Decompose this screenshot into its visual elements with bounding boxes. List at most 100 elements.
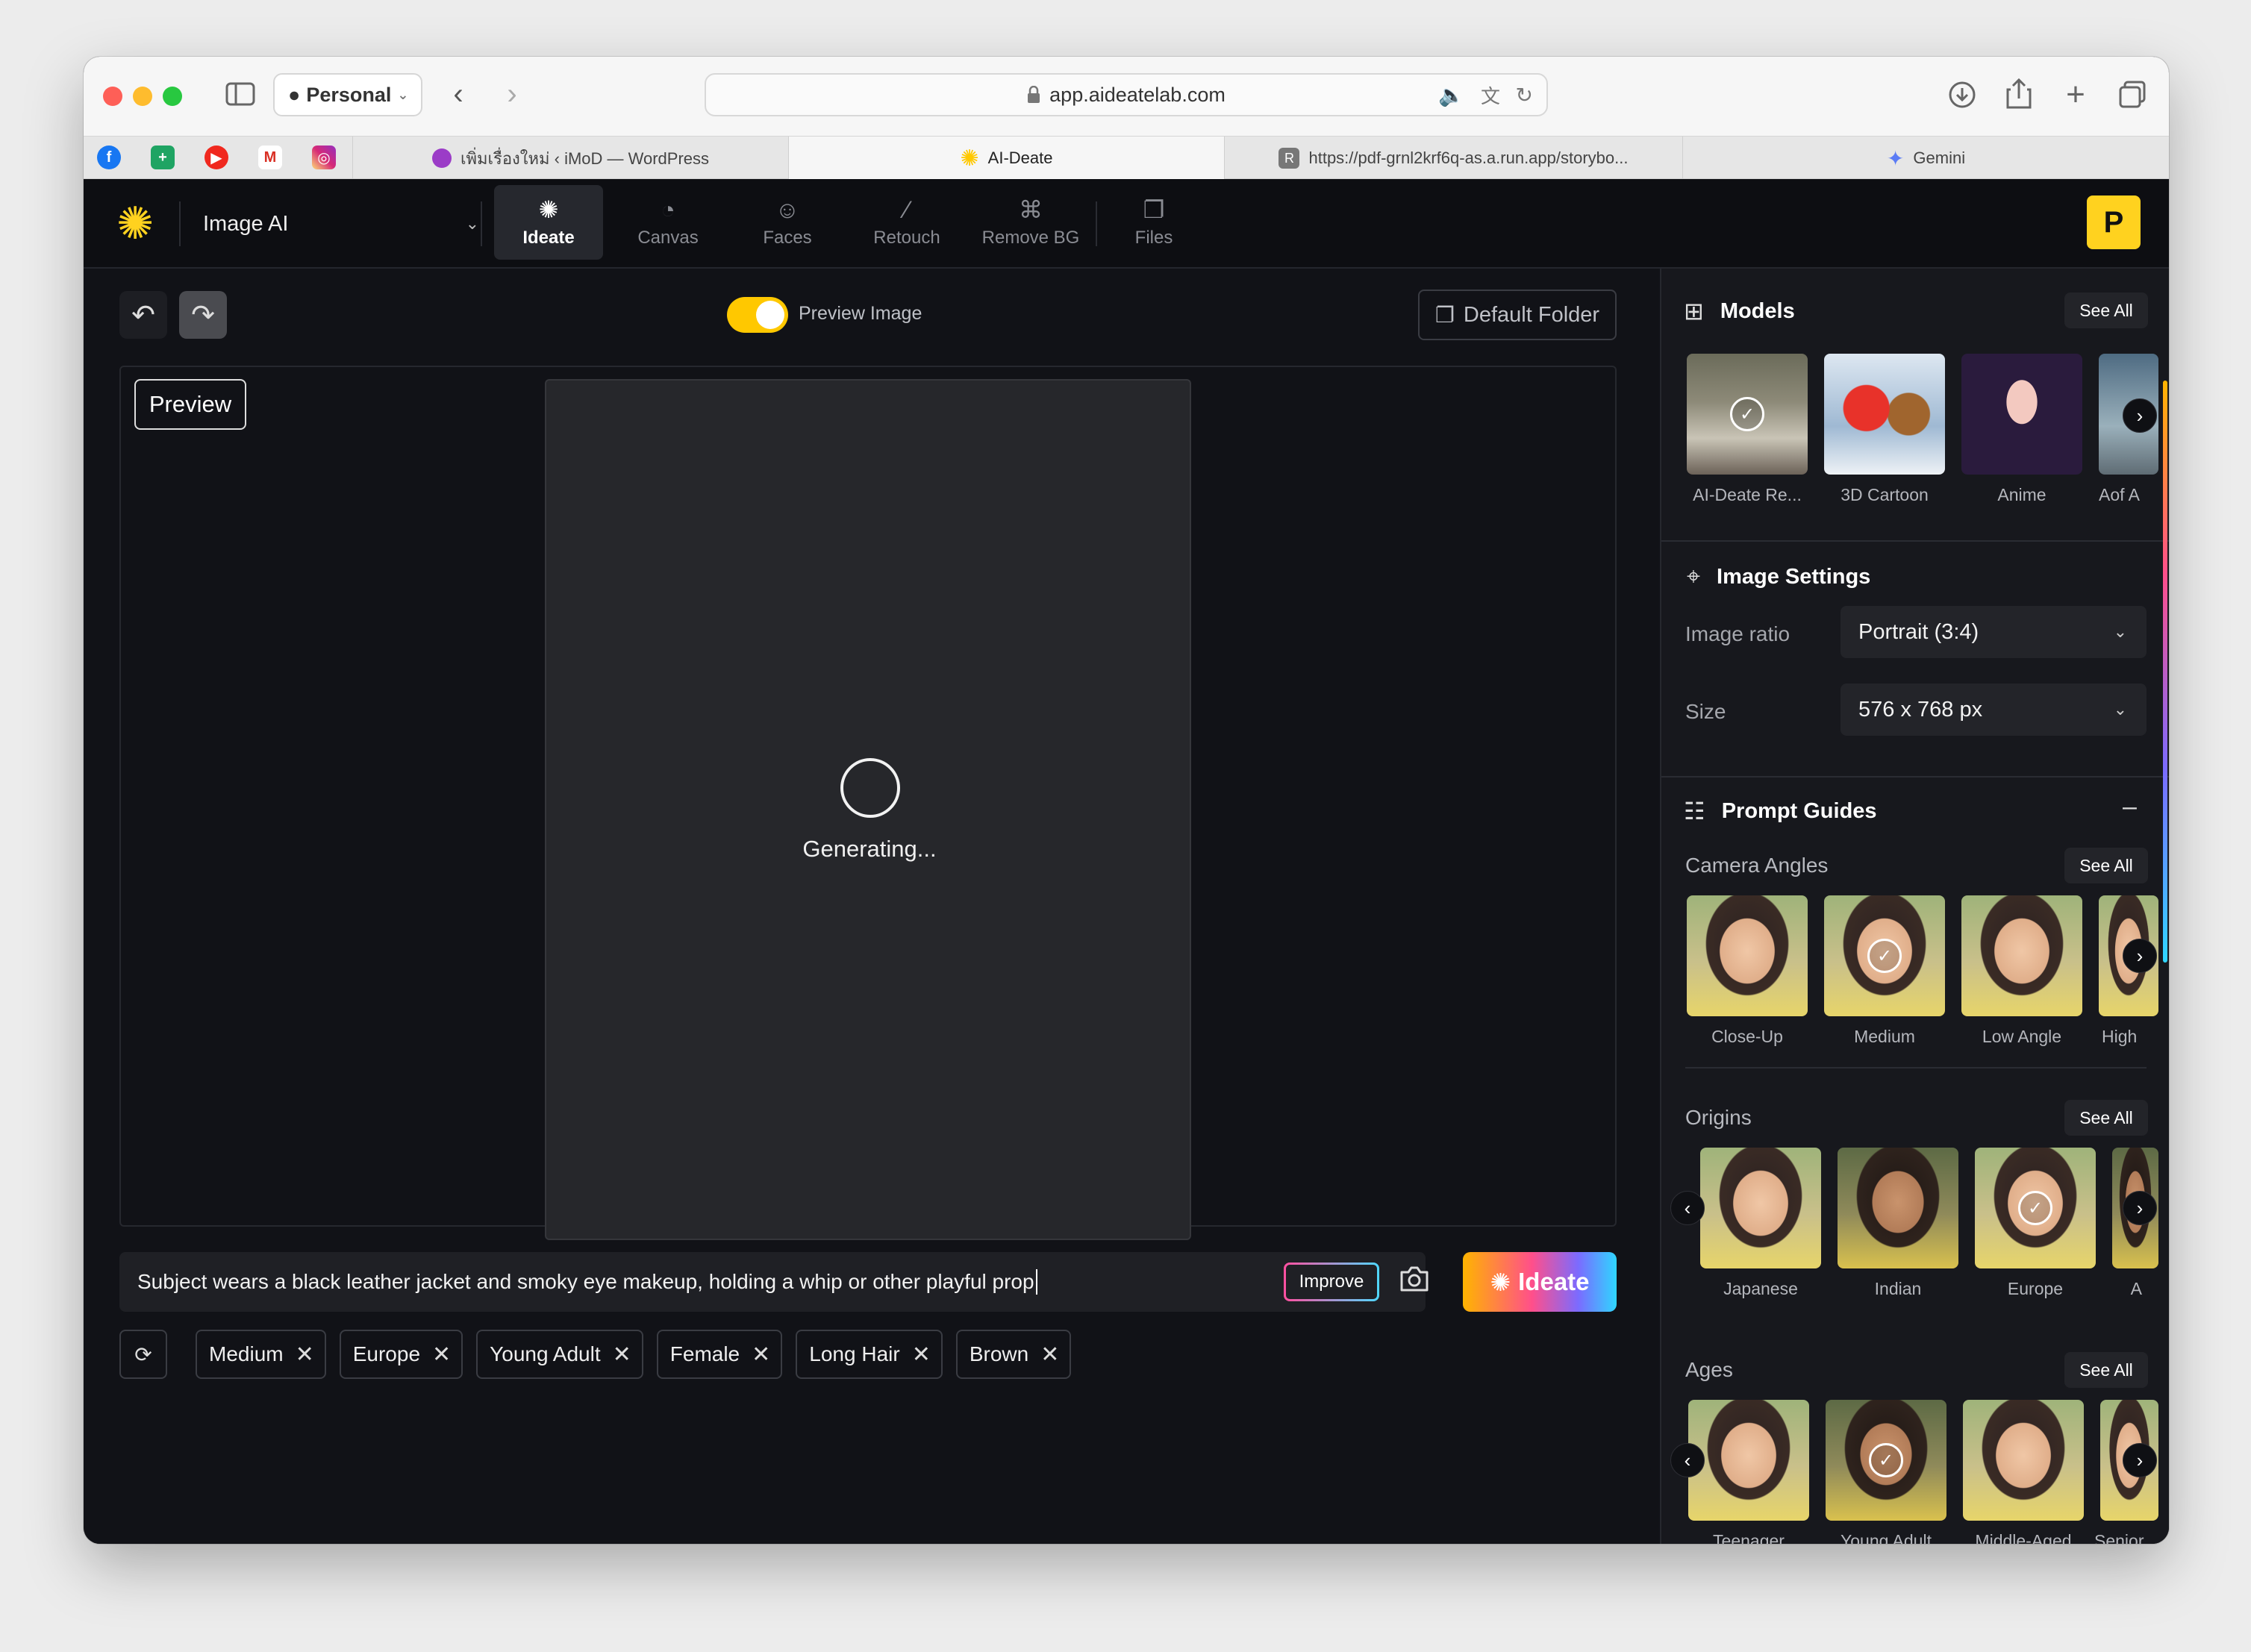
tab-title: AI-Deate (987, 148, 1053, 167)
new-tab-icon[interactable]: + (2058, 76, 2093, 113)
undo-button[interactable]: ↶ (119, 291, 167, 339)
youtube-music-icon[interactable]: ▶ (205, 146, 228, 169)
ages-prev-arrow[interactable]: ‹ (1670, 1443, 1705, 1477)
settings-panel: ⊞ Models See All ✓ AI-Deate Re... 3D Car… (1660, 269, 2169, 1544)
angle-thumb-medium[interactable]: ✓ (1824, 895, 1945, 1016)
remove-chip-icon[interactable]: ✕ (613, 1342, 631, 1368)
tab-wordpress[interactable]: เพิ่มเรื่องใหม่ ‹ iMoD — WordPress (352, 137, 788, 180)
facebook-icon[interactable]: f (97, 146, 121, 169)
remove-chip-icon[interactable]: ✕ (752, 1342, 770, 1368)
remove-chip-icon[interactable]: ✕ (432, 1342, 451, 1368)
check-icon: ✓ (2018, 1191, 2052, 1225)
ideate-button[interactable]: ✺ Ideate (1463, 1252, 1617, 1312)
age-thumb-middle-aged[interactable] (1963, 1400, 2084, 1521)
ai-deate-favicon: ✺ (960, 146, 979, 171)
back-icon[interactable]: ‹ (442, 78, 475, 110)
tab-ai-deate[interactable]: ✺ AI-Deate (788, 137, 1224, 180)
improve-button[interactable]: Improve (1284, 1263, 1379, 1301)
preview-tag: Preview (134, 379, 246, 430)
camera-icon[interactable] (1399, 1265, 1433, 1299)
speaker-icon[interactable]: 🔈 (1438, 83, 1464, 107)
chevron-down-icon: ⌄ (397, 87, 409, 102)
imod-favicon (431, 148, 452, 168)
tab-remove-bg[interactable]: ⌘ Remove BG (972, 185, 1090, 260)
default-folder-button[interactable]: ❐ Default Folder (1418, 290, 1617, 340)
instagram-icon[interactable]: ◎ (312, 146, 336, 169)
origins-prev-arrow[interactable]: ‹ (1670, 1191, 1705, 1225)
angle-thumb-low-angle[interactable] (1961, 895, 2082, 1016)
downloads-icon[interactable] (1945, 78, 1979, 112)
translate-icon[interactable]: 文 (1481, 81, 1500, 109)
app-logo[interactable]: ✺ (116, 201, 154, 246)
close-window-button[interactable] (103, 87, 122, 106)
image-ratio-select[interactable]: Portrait (3:4) ⌄ (1841, 606, 2147, 658)
image-ratio-label: Image ratio (1685, 622, 1791, 645)
origin-thumb-indian[interactable] (1838, 1148, 1958, 1268)
redo-button[interactable]: ↷ (179, 291, 227, 339)
image-settings-header: ⌖ Image Settings (1687, 563, 1870, 591)
origin-thumb-europe[interactable]: ✓ (1975, 1148, 2096, 1268)
prompt-input[interactable]: Subject wears a black leather jacket and… (119, 1252, 1426, 1312)
check-icon: ✓ (1867, 939, 1902, 973)
origin-thumb-japanese[interactable] (1700, 1148, 1821, 1268)
ages-next-arrow[interactable]: › (2123, 1443, 2157, 1477)
minimize-window-button[interactable] (133, 87, 152, 106)
tab-ideate[interactable]: ✺ Ideate (494, 185, 603, 260)
camera-angles-see-all-button[interactable]: See All (2064, 848, 2148, 883)
remove-chip-icon[interactable]: ✕ (1040, 1342, 1059, 1368)
section-title: Image Settings (1717, 564, 1871, 589)
tab-gemini[interactable]: ✦ Gemini (1682, 137, 2169, 180)
user-avatar[interactable]: P (2087, 195, 2141, 249)
tab-overview-icon[interactable] (2115, 78, 2149, 112)
chip-label: Medium (209, 1342, 284, 1365)
share-icon[interactable] (2002, 76, 2036, 110)
zoom-window-button[interactable] (163, 87, 182, 106)
tab-pdf[interactable]: R https://pdf-grnl2krf6q-as.a.run.app/st… (1224, 137, 1682, 180)
chevron-down-icon: ⌄ (2113, 622, 2127, 641)
models-see-all-button[interactable]: See All (2064, 292, 2148, 328)
refresh-tags-button[interactable]: ⟳ (119, 1330, 167, 1379)
ages-see-all-button[interactable]: See All (2064, 1352, 2148, 1388)
remove-chip-icon[interactable]: ✕ (296, 1342, 314, 1368)
tab-label: Canvas (637, 228, 699, 248)
models-next-arrow[interactable]: › (2123, 398, 2157, 433)
sidebar-toggle-icon[interactable] (224, 78, 257, 110)
remove-chip-icon[interactable]: ✕ (912, 1342, 931, 1368)
mode-label: Image AI (203, 211, 289, 236)
chevron-down-icon: ⌄ (465, 214, 479, 233)
model-thumb-3d-cartoon[interactable] (1824, 354, 1945, 475)
tab-label: Ideate (522, 228, 575, 248)
camera-angles-next-arrow[interactable]: › (2123, 939, 2157, 973)
reload-icon[interactable]: ↻ (1516, 83, 1533, 107)
tab-files[interactable]: ❐ Files (1103, 185, 1205, 260)
tab-faces[interactable]: ☺ Faces (733, 185, 842, 260)
origins-see-all-button[interactable]: See All (2064, 1100, 2148, 1136)
files-icon: ❐ (1143, 196, 1165, 223)
forward-icon[interactable]: › (496, 78, 528, 110)
model-thumb-anime[interactable] (1961, 354, 2082, 475)
prompt-guides-header: ☷ Prompt Guides (1684, 797, 1877, 825)
select-value: 576 x 768 px (1858, 697, 1983, 722)
preview-image-toggle[interactable] (727, 297, 788, 333)
mode-selector[interactable]: Image AI ⌄ (203, 201, 479, 246)
origin-caption: A (2130, 1279, 2142, 1298)
gmail-icon[interactable]: M (258, 146, 282, 169)
size-select[interactable]: 576 x 768 px ⌄ (1841, 683, 2147, 736)
preview-image-label: Preview Image (799, 303, 922, 324)
model-thumb-realistic[interactable]: ✓ (1687, 354, 1808, 475)
model-caption: Aof A (2099, 485, 2140, 504)
collapse-icon[interactable]: – (2123, 792, 2137, 822)
age-caption: Young Adult (1841, 1531, 1932, 1544)
profile-switcher[interactable]: ● Personal ⌄ (273, 73, 422, 116)
tab-canvas[interactable]: ◔ Canvas (614, 185, 722, 260)
age-thumb-young-adult[interactable]: ✓ (1826, 1400, 1946, 1521)
address-bar[interactable]: app.aideatelab.com 🔈 文 ↻ (705, 73, 1548, 116)
angle-thumb-close-up[interactable] (1687, 895, 1808, 1016)
sheets-icon[interactable]: + (151, 146, 175, 169)
age-thumb-teenager[interactable] (1688, 1400, 1809, 1521)
tab-retouch[interactable]: ⁄ Retouch (852, 185, 961, 260)
panel-scrollbar[interactable] (2163, 381, 2167, 963)
browser-toolbar: ● Personal ⌄ ‹ › app.aideatelab.com 🔈 文 … (84, 57, 2169, 136)
origins-next-arrow[interactable]: › (2123, 1191, 2157, 1225)
tag-chip: Female ✕ (656, 1330, 783, 1379)
